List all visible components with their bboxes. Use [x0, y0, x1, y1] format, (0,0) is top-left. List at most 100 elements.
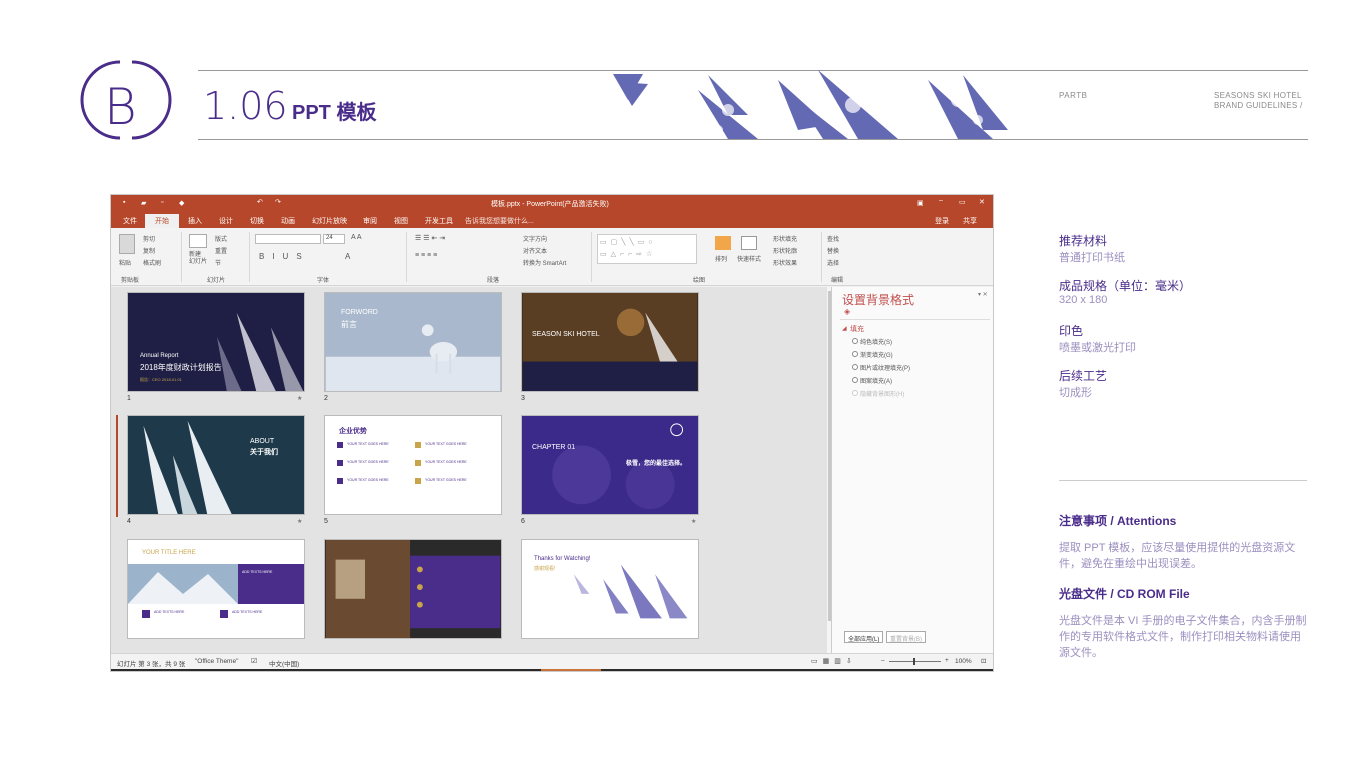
- slide-thumbnail-2[interactable]: FORWORD 前言: [324, 292, 502, 392]
- option-picture-fill[interactable]: 图片或纹理填充(P): [860, 363, 910, 372]
- separator: [249, 232, 250, 282]
- zoom-level[interactable]: 100%: [955, 658, 972, 665]
- select-button[interactable]: 选择: [827, 258, 839, 267]
- radio-pattern-fill[interactable]: [852, 377, 858, 383]
- fill-bucket-icon[interactable]: ◈: [844, 307, 850, 316]
- tab-view[interactable]: 视图: [394, 216, 408, 226]
- reset-background-button[interactable]: 重置背景(B): [886, 631, 926, 643]
- font-name-field[interactable]: [255, 234, 321, 244]
- title-bar: ▪ ▰ ▫ ◆ ↶ ↷ 模板.pptx - PowerPoint(产品激活失败)…: [111, 195, 993, 213]
- tab-animations[interactable]: 动画: [281, 216, 295, 226]
- radio-gradient-fill[interactable]: [852, 351, 858, 357]
- checkbox-hide-graphics[interactable]: [852, 390, 858, 396]
- ribbon-display-icon[interactable]: ▣: [917, 199, 924, 207]
- zoom-slider[interactable]: [889, 661, 941, 662]
- zoom-out-icon[interactable]: –: [881, 657, 885, 664]
- slide-number: 6: [521, 518, 525, 525]
- shapes-gallery[interactable]: ▭▢╲╲▭○ ▭△⌐⌐⇨☆: [597, 234, 697, 264]
- login-link[interactable]: 登录: [935, 216, 949, 226]
- group-drawing: 绘图: [693, 278, 706, 284]
- zoom-in-icon[interactable]: +: [945, 657, 949, 664]
- replace-button[interactable]: 替换: [827, 246, 839, 255]
- copy-button[interactable]: 复制: [143, 246, 155, 255]
- cut-button[interactable]: 剪切: [143, 234, 155, 243]
- tab-insert[interactable]: 插入: [188, 216, 202, 226]
- language[interactable]: 中文(中国): [269, 658, 299, 668]
- align-text-button[interactable]: 对齐文本: [523, 246, 547, 255]
- pane-divider: [840, 319, 990, 320]
- option-pattern-fill[interactable]: 图案填充(A): [860, 376, 892, 385]
- tab-transitions[interactable]: 切换: [250, 216, 264, 226]
- tab-design[interactable]: 设计: [219, 216, 233, 226]
- tab-slideshow[interactable]: 幻灯片放映: [312, 216, 347, 226]
- shape-fill-button[interactable]: 形状填充: [773, 234, 797, 243]
- find-button[interactable]: 查找: [827, 234, 839, 243]
- arrange-icon[interactable]: [715, 236, 731, 250]
- tell-me-box[interactable]: 告诉我您想要做什么...: [465, 216, 534, 226]
- taskbar-accent: [541, 669, 601, 671]
- maximize-icon[interactable]: ▭: [959, 198, 966, 206]
- separator: [406, 232, 407, 282]
- slide-thumbnail-5[interactable]: 企业优势 YOUR TEXT GOES HERE YOUR TEXT GOES …: [324, 415, 502, 515]
- font-size-field[interactable]: 24: [323, 234, 345, 244]
- slide-thumbnail-3[interactable]: SEASON SKI HOTEL: [521, 292, 699, 392]
- slide-thumbnail-9[interactable]: Thanks for Watching! 感谢观看!: [521, 539, 699, 639]
- proofing-icon[interactable]: ☑: [251, 657, 257, 665]
- tab-file[interactable]: 文件: [123, 216, 137, 226]
- reset-button[interactable]: 重置: [215, 246, 227, 255]
- shape-outline-button[interactable]: 形状轮廓: [773, 246, 797, 255]
- spec-color-value: 喷墨或激光打印: [1059, 342, 1136, 354]
- new-slide-icon[interactable]: [189, 234, 207, 248]
- text-direction-button[interactable]: 文字方向: [523, 234, 547, 243]
- spec-finish-value: 切成形: [1059, 387, 1092, 399]
- grow-font-icon[interactable]: A A: [351, 234, 362, 241]
- close-icon[interactable]: ✕: [979, 198, 985, 206]
- redo-icon[interactable]: ↷: [275, 198, 281, 206]
- align-icons[interactable]: ≡ ≡ ≡ ≡: [415, 252, 437, 259]
- radio-picture-fill[interactable]: [852, 364, 858, 370]
- radio-solid-fill[interactable]: [852, 338, 858, 344]
- slide-thumbnail-4[interactable]: ABOUT 关于我们: [127, 415, 305, 515]
- share-button[interactable]: 共享: [963, 216, 977, 226]
- open-icon[interactable]: ▰: [141, 199, 146, 207]
- slide-5-item: YOUR TEXT GOES HERE: [425, 478, 467, 482]
- tab-developer[interactable]: 开发工具: [425, 216, 453, 226]
- bullets-icon[interactable]: ☰ ☰ ⇤ ⇥: [415, 234, 445, 242]
- slide-thumbnail-6[interactable]: CHAPTER 01 极雪，您的最佳选择。: [521, 415, 699, 515]
- slide-2-art: [325, 324, 501, 391]
- option-gradient-fill[interactable]: 渐变填充(G): [860, 350, 893, 359]
- smartart-button[interactable]: 转换为 SmartArt: [523, 258, 566, 267]
- slide-thumbnail-8[interactable]: [324, 539, 502, 639]
- fit-window-icon[interactable]: ⊡: [981, 657, 986, 665]
- new-icon[interactable]: ▫: [161, 199, 163, 206]
- slide-thumbnail-1[interactable]: Annual Report 2018年度财政计划报告 报告：CEO 2018.0…: [127, 292, 305, 392]
- slide-thumbnail-7[interactable]: YOUR TITLE HERE ADD TEXTS HERE ADD TEXTS…: [127, 539, 305, 639]
- layout-button[interactable]: 版式: [215, 234, 227, 243]
- paste-icon[interactable]: [119, 234, 135, 254]
- option-solid-fill[interactable]: 纯色填充(S): [860, 337, 892, 346]
- bullet-icon: [415, 460, 421, 466]
- minimize-icon[interactable]: –: [939, 197, 943, 204]
- save-icon[interactable]: ▪: [123, 199, 125, 206]
- touch-mode-icon[interactable]: ◆: [179, 199, 184, 207]
- pane-options-icon[interactable]: ▾ ✕: [978, 291, 988, 298]
- slide-9-art: [573, 564, 688, 619]
- format-painter-button[interactable]: 格式刷: [143, 258, 161, 267]
- undo-icon[interactable]: ↶: [257, 198, 263, 206]
- section-button[interactable]: 节: [215, 258, 221, 267]
- tab-review[interactable]: 审阅: [363, 216, 377, 226]
- slide-4-art: [143, 420, 232, 514]
- zoom-slider-thumb[interactable]: [913, 658, 915, 665]
- quick-styles-icon[interactable]: [741, 236, 757, 250]
- slide-number: 3: [521, 395, 525, 402]
- spec-color-label: 印色: [1059, 324, 1084, 338]
- fill-section-toggle[interactable]: ◢: [842, 325, 847, 332]
- shape-effects-button[interactable]: 形状效果: [773, 258, 797, 267]
- option-hide-graphics[interactable]: 隐藏背景图形(H): [860, 389, 904, 398]
- view-buttons[interactable]: ▭▦▥⇩: [811, 657, 857, 665]
- apply-all-button[interactable]: 全部应用(L): [844, 631, 884, 643]
- separator: [181, 232, 182, 282]
- font-color-icon[interactable]: A: [345, 252, 350, 261]
- tab-home[interactable]: 开始: [145, 214, 179, 228]
- font-format-icons[interactable]: BIUS: [259, 252, 310, 261]
